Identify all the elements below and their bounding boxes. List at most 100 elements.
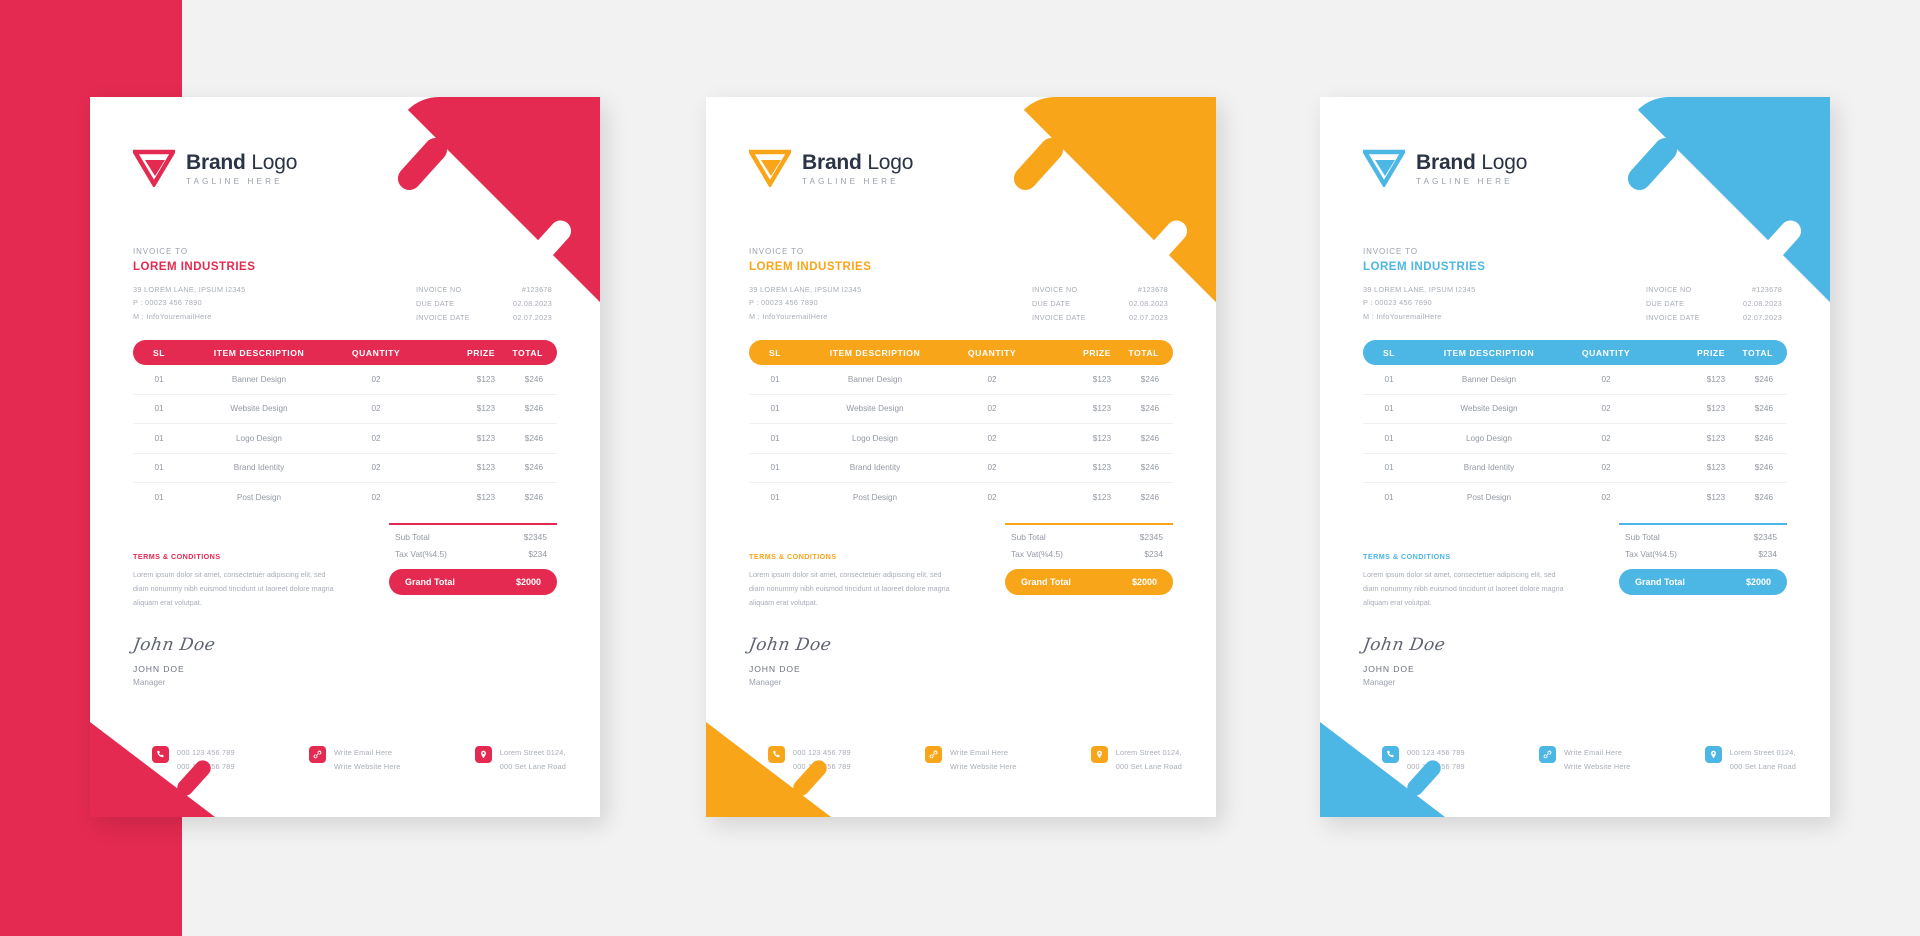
footer-address-item[interactable]: Lorem Street 0124, 000 Set Lane Road: [1704, 746, 1796, 773]
table-cell-prize: $123: [1092, 404, 1111, 414]
terms-body: Lorem ipsum dolor sit amet, consectetuer…: [133, 570, 334, 607]
logo-tagline: TAGLINE HERE: [1416, 176, 1513, 186]
table-row[interactable]: 01 Brand Identity 02 $123 $246: [133, 454, 557, 483]
table-cell-qty: 02: [371, 493, 381, 503]
orange-invoice[interactable]: Brand Logo TAGLINE HERE INVOICE TO LOREM…: [706, 97, 1216, 817]
tax-value: $234: [1144, 548, 1163, 559]
table-row[interactable]: 01 Logo Design 02 $123 $246: [133, 424, 557, 454]
table-header-cell: ITEM DESCRIPTION: [1443, 347, 1535, 358]
logo-tagline: TAGLINE HERE: [802, 176, 899, 186]
table-cell-total: $246: [524, 493, 543, 503]
table-cell-qty: 02: [371, 374, 381, 384]
table-cell-total: $246: [1140, 493, 1159, 503]
red-invoice[interactable]: Brand Logo TAGLINE HERE INVOICE TO LOREM…: [90, 97, 600, 817]
table-cell-sl: 01: [154, 493, 164, 503]
table-row[interactable]: 01 Post Design 02 $123 $246: [749, 483, 1173, 513]
table-cell-prize: $123: [476, 433, 495, 443]
sub-total-label: Sub Total: [1625, 531, 1660, 542]
blue-invoice[interactable]: Brand Logo TAGLINE HERE INVOICE TO LOREM…: [1320, 97, 1830, 817]
client-email: M : InfoYouremailHere: [749, 311, 828, 321]
table-cell-sl: 01: [1384, 404, 1394, 414]
table-row[interactable]: 01 Logo Design 02 $123 $246: [1363, 424, 1787, 454]
client-email: M : InfoYouremailHere: [1363, 311, 1442, 321]
table-row[interactable]: 01 Website Design 02 $123 $246: [749, 395, 1173, 424]
tax-value: $234: [528, 548, 547, 559]
grand-total-row: Grand Total $2000: [389, 568, 557, 595]
invoice-meta-block: INVOICE NO #123678 DUE DATE 02.08.2023 INVOI…: [416, 283, 552, 325]
terms-title: TERMS & CONDITIONS: [133, 552, 221, 561]
table-cell-sl: 01: [770, 374, 780, 384]
link-icon: [1538, 746, 1556, 764]
table-header-cell: QUANTITY: [967, 347, 1017, 358]
grand-total-label: Grand Total: [405, 576, 455, 587]
grand-total-value: $2000: [515, 576, 541, 587]
table-row[interactable]: 01 Website Design 02 $123 $246: [133, 395, 557, 424]
table-row[interactable]: 01 Banner Design 02 $123 $246: [133, 365, 557, 395]
sub-total-label: Sub Total: [1011, 531, 1046, 542]
table-cell-total: $246: [1140, 433, 1159, 443]
meta-row: INVOICE NO #123678: [1032, 283, 1168, 297]
table-cell-sl: 01: [770, 493, 780, 503]
table-cell-total: $246: [1754, 374, 1773, 384]
brand-header: Brand Logo TAGLINE HERE: [747, 149, 913, 189]
table-cell-qty: 02: [1601, 404, 1611, 414]
table-cell-sl: 01: [1384, 493, 1394, 503]
table-header-cell: TOTAL: [512, 347, 543, 358]
invoice-meta-block: INVOICE NO #123678 DUE DATE 02.08.2023 INVOI…: [1646, 283, 1782, 325]
tax-row: Tax Vat(%4.5) $234: [389, 542, 557, 559]
table-cell-desc: Banner Design: [1461, 374, 1517, 384]
sub-total-value: $2345: [1139, 531, 1163, 542]
meta-value: 02.08.2023: [1129, 299, 1168, 309]
table-row[interactable]: 01 Banner Design 02 $123 $246: [749, 365, 1173, 395]
grand-total-label: Grand Total: [1021, 576, 1071, 587]
footer-web-item[interactable]: Write Email Here Write Website Here: [308, 746, 401, 773]
table-cell-qty: 02: [1601, 433, 1611, 443]
table-cell-qty: 02: [1601, 493, 1611, 503]
meta-value: 02.07.2023: [1129, 313, 1168, 323]
client-contact-lines: 39 LOREM LANE, IPSUM I2345 P : 00023 456…: [749, 283, 871, 323]
client-contact-lines: 39 LOREM LANE, IPSUM I2345 P : 00023 456…: [133, 283, 255, 323]
triangle-accent-shape: [1625, 97, 1830, 302]
meta-row: INVOICE DATE 02.07.2023: [1032, 311, 1168, 325]
table-header-cell: QUANTITY: [1581, 347, 1631, 358]
table-cell-desc: Brand Identity: [849, 463, 901, 473]
table-row[interactable]: 01 Post Design 02 $123 $246: [133, 483, 557, 513]
table-row[interactable]: 01 Brand Identity 02 $123 $246: [749, 454, 1173, 483]
table-row[interactable]: 01 Banner Design 02 $123 $246: [1363, 365, 1787, 395]
client-email: M : InfoYouremailHere: [133, 311, 212, 321]
terms-title: TERMS & CONDITIONS: [1363, 552, 1451, 561]
logo-title-bold: Brand: [186, 150, 246, 174]
table-cell-total: $246: [524, 433, 543, 443]
signature-role: Manager: [749, 678, 782, 687]
tax-label: Tax Vat(%4.5): [1625, 548, 1677, 559]
table-header-cell: PRIZE: [466, 347, 495, 358]
footer-address-lines: Lorem Street 0124, 000 Set Lane Road: [1730, 746, 1796, 773]
footer-address-item[interactable]: Lorem Street 0124, 000 Set Lane Road: [1090, 746, 1182, 773]
footer-web-item[interactable]: Write Email Here Write Website Here: [1538, 746, 1631, 773]
footer-web-item[interactable]: Write Email Here Write Website Here: [924, 746, 1017, 773]
table-cell-total: $246: [1140, 463, 1159, 473]
meta-key: INVOICE NO: [1646, 285, 1692, 294]
tax-row: Tax Vat(%4.5) $234: [1005, 542, 1173, 559]
table-row[interactable]: 01 Post Design 02 $123 $246: [1363, 483, 1787, 513]
table-header-cell: SL: [768, 347, 782, 358]
client-name: LOREM INDUSTRIES: [133, 261, 256, 273]
signature-script: John Doe: [131, 635, 217, 655]
meta-row: DUE DATE 02.08.2023: [1646, 297, 1782, 311]
client-address: 39 LOREM LANE, IPSUM I2345: [1363, 285, 1476, 294]
table-body: 01 Banner Design 02 $123 $246 01 Website Desig…: [133, 365, 557, 513]
grand-total-value: $2000: [1745, 576, 1771, 587]
logo-title-bold: Brand: [1416, 150, 1476, 174]
footer-web-lines: Write Email Here Write Website Here: [1564, 746, 1631, 773]
footer-address-item[interactable]: Lorem Street 0124, 000 Set Lane Road: [474, 746, 566, 773]
table-cell-qty: 02: [987, 404, 997, 414]
table-cell-sl: 01: [770, 433, 780, 443]
table-cell-desc: Post Design: [1466, 493, 1512, 503]
meta-value: 02.08.2023: [1743, 299, 1782, 309]
logo-title: Brand Logo: [802, 152, 913, 173]
table-row[interactable]: 01 Website Design 02 $123 $246: [1363, 395, 1787, 424]
tax-row: Tax Vat(%4.5) $234: [1619, 542, 1787, 559]
brand-header: Brand Logo TAGLINE HERE: [1361, 149, 1527, 189]
table-row[interactable]: 01 Brand Identity 02 $123 $246: [1363, 454, 1787, 483]
table-row[interactable]: 01 Logo Design 02 $123 $246: [749, 424, 1173, 454]
